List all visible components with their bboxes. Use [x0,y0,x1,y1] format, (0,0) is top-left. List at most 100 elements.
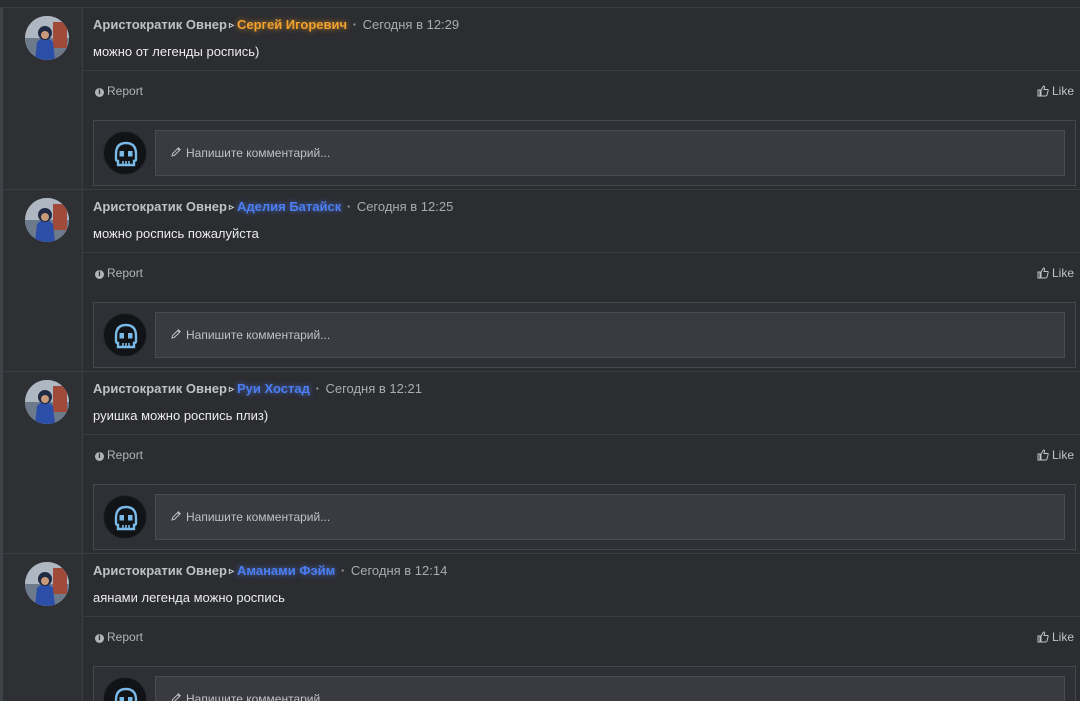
thumbs-up-icon [1037,267,1049,282]
author-name[interactable]: Аристократик Овнер [93,199,227,214]
report-label: Report [107,84,144,98]
post-sidebar [3,372,83,553]
info-circle-icon: i [95,88,104,97]
post-content: Аристократик Овнер ▹ Руи Хостад · Сегодня … [83,372,1080,553]
comment-placeholder: Напишите комментарий... [186,510,331,524]
report-link[interactable]: i Report [95,84,143,98]
post-content: Аристократик Овнер ▹ Сергей Игоревич · Сег… [83,8,1080,189]
author-avatar-image [25,562,69,606]
top-divider [0,0,1080,8]
comment-box: Напишите комментарий... [93,666,1076,701]
info-circle-icon: i [95,634,104,643]
thumbs-up-icon [1037,449,1049,464]
comment-input[interactable]: Напишите комментарий... [155,494,1065,540]
like-button[interactable]: Like [1037,447,1074,462]
commenter-avatar [103,495,147,539]
like-button[interactable]: Like [1037,83,1074,98]
caret-right-icon: ▹ [228,566,234,577]
comment-input[interactable]: Напишите комментарий... [155,312,1065,358]
like-button[interactable]: Like [1037,265,1074,280]
skull-avatar-icon [114,505,138,531]
like-label: Like [1051,84,1074,98]
commenter-avatar [103,313,147,357]
report-link[interactable]: i Report [95,266,143,280]
meta-separator: · [352,17,358,32]
author-avatar[interactable] [25,16,69,60]
post-message: можно от легенды роспись) [93,44,260,59]
meta-separator: · [315,381,320,396]
meta-separator: · [340,563,346,578]
author-avatar-image [25,380,69,424]
comment-box: Напишите комментарий... [93,120,1076,186]
skull-avatar-icon [114,687,138,701]
like-label: Like [1051,448,1074,462]
target-user-name[interactable]: Аманами Фэйм [237,563,335,578]
comment-placeholder: Напишите комментарий... [186,328,331,342]
comment-input[interactable]: Напишите комментарий... [155,676,1065,701]
like-label: Like [1051,266,1074,280]
author-name[interactable]: Аристократик Овнер [93,381,227,396]
profile-wall-feed: Аристократик Овнер ▹ Сергей Игоревич · Сег… [0,0,1080,701]
thumbs-up-icon [1037,631,1049,646]
comment-box: Напишите комментарий... [93,484,1076,550]
thumbs-up-icon [1037,85,1049,100]
report-label: Report [107,630,144,644]
report-link[interactable]: i Report [95,448,143,462]
pencil-icon [170,510,182,525]
post-time[interactable]: Сегодня в 12:21 [325,381,421,396]
post-content: Аристократик Овнер ▹ Аманами Фэйм · Сегодн… [83,554,1080,701]
post-actions: i Report Like [83,252,1080,294]
like-button[interactable]: Like [1037,629,1074,644]
wall-post: Аристократик Овнер ▹ Сергей Игоревич · Сег… [3,8,1080,190]
wall-post: Аристократик Овнер ▹ Аделия Батайск · Сего… [3,190,1080,372]
post-meta: Аристократик Овнер ▹ Сергей Игоревич · Сег… [93,17,459,32]
report-label: Report [107,266,144,280]
skull-avatar-icon [114,141,138,167]
post-time[interactable]: Сегодня в 12:14 [351,563,447,578]
report-link[interactable]: i Report [95,630,143,644]
post-message: руишка можно роспись плиз) [93,408,269,423]
author-avatar[interactable] [25,198,69,242]
post-meta: Аристократик Овнер ▹ Аманами Фэйм · Сегодн… [93,563,447,578]
author-name[interactable]: Аристократик Овнер [93,17,227,32]
author-avatar[interactable] [25,380,69,424]
pencil-icon [170,328,182,343]
caret-right-icon: ▹ [228,202,234,213]
commenter-avatar [103,131,147,175]
comment-placeholder: Напишите комментарий... [186,146,331,160]
post-meta: Аристократик Овнер ▹ Аделия Батайск · Сего… [93,199,453,214]
post-time[interactable]: Сегодня в 12:25 [357,199,453,214]
info-circle-icon: i [95,452,104,461]
wall-post: Аристократик Овнер ▹ Аманами Фэйм · Сегодн… [3,554,1080,701]
caret-right-icon: ▹ [228,20,234,31]
post-actions: i Report Like [83,70,1080,112]
comment-input[interactable]: Напишите комментарий... [155,130,1065,176]
comment-box: Напишите комментарий... [93,302,1076,368]
wall-post: Аристократик Овнер ▹ Руи Хостад · Сегодня … [3,372,1080,554]
pencil-icon [170,146,182,161]
post-actions: i Report Like [83,434,1080,476]
post-meta: Аристократик Овнер ▹ Руи Хостад · Сегодня … [93,381,422,396]
commenter-avatar [103,677,147,701]
post-message: аянами легенда можно роспись [93,590,285,605]
author-avatar-image [25,16,69,60]
post-message: можно роспись пожалуйста [93,226,259,241]
post-sidebar [3,190,83,371]
post-actions: i Report Like [83,616,1080,658]
post-time[interactable]: Сегодня в 12:29 [363,17,459,32]
report-label: Report [107,448,144,462]
post-content: Аристократик Овнер ▹ Аделия Батайск · Сего… [83,190,1080,371]
author-name[interactable]: Аристократик Овнер [93,563,227,578]
post-sidebar [3,554,83,701]
info-circle-icon: i [95,270,104,279]
post-sidebar [3,8,83,189]
caret-right-icon: ▹ [228,384,234,395]
author-avatar-image [25,198,69,242]
skull-avatar-icon [114,323,138,349]
comment-placeholder: Напишите комментарий... [186,692,331,701]
target-user-name[interactable]: Аделия Батайск [237,199,341,214]
target-user-name[interactable]: Руи Хостад [237,381,310,396]
meta-separator: · [346,199,352,214]
target-user-name[interactable]: Сергей Игоревич [237,17,347,32]
author-avatar[interactable] [25,562,69,606]
